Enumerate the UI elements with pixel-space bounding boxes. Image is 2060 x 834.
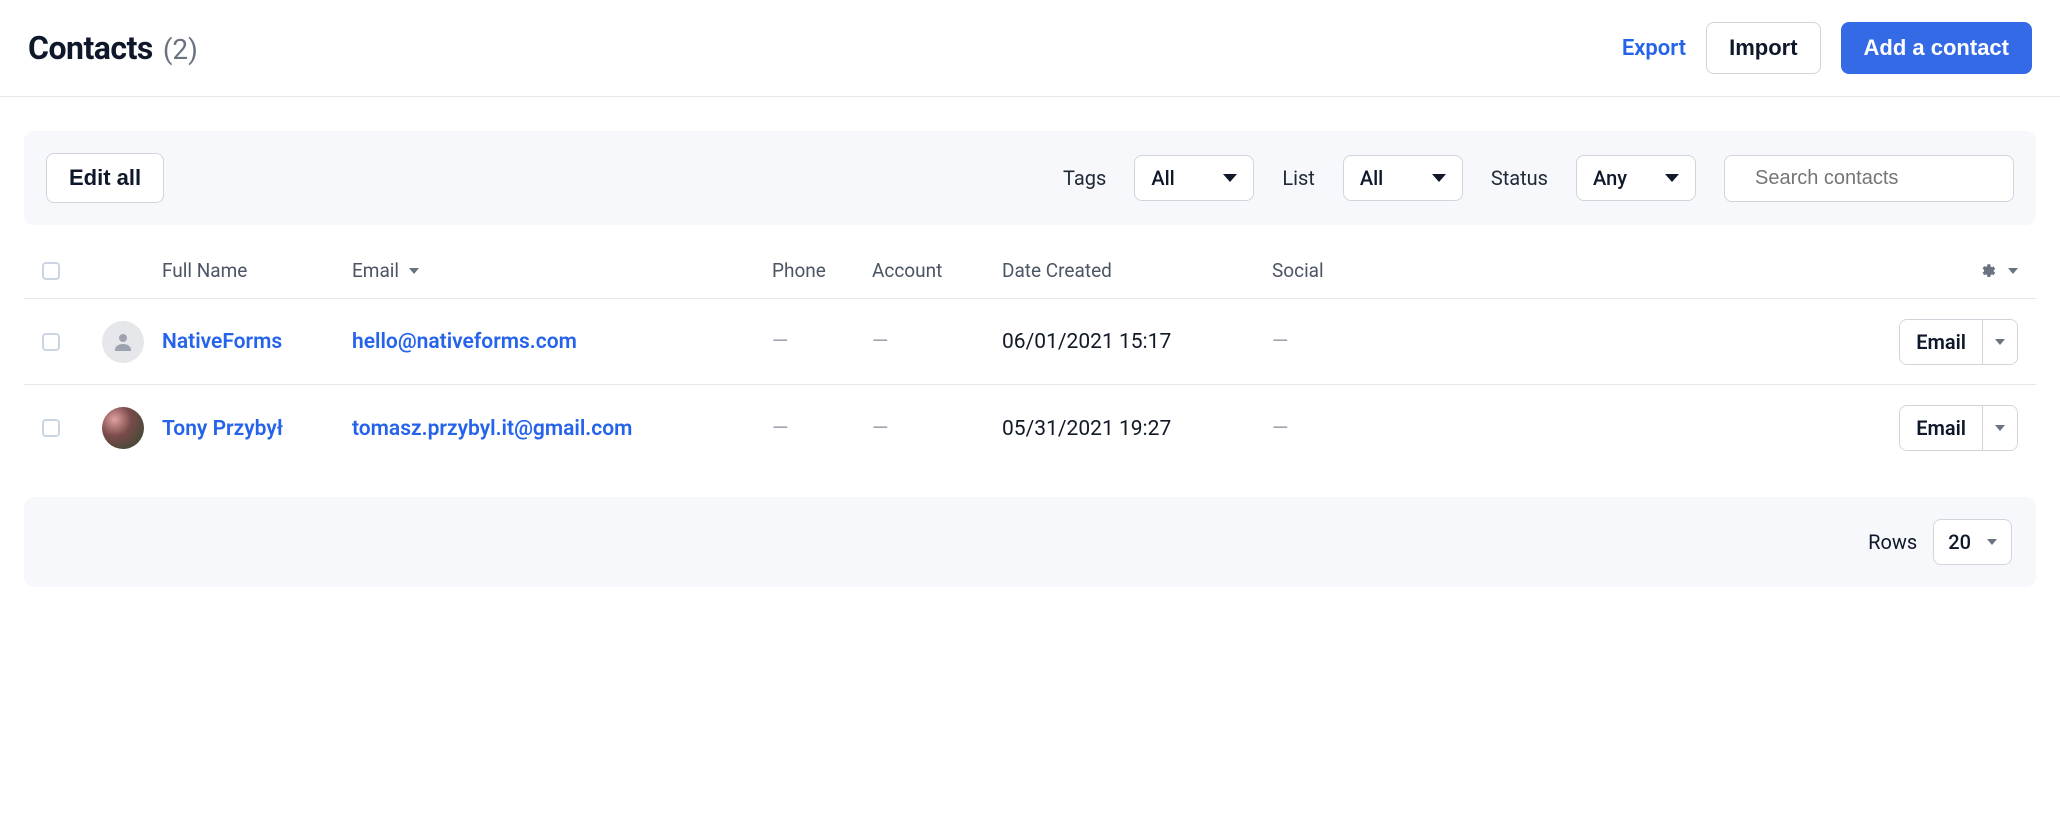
date-created-value: 05/31/2021 19:27 bbox=[1002, 417, 1171, 441]
col-email-label: Email bbox=[352, 259, 399, 282]
col-full-name[interactable]: Full Name bbox=[162, 259, 352, 282]
col-account[interactable]: Account bbox=[872, 259, 1002, 282]
phone-value: — bbox=[772, 330, 788, 354]
col-settings[interactable] bbox=[1392, 262, 2018, 280]
rows-per-page-value: 20 bbox=[1948, 530, 1971, 554]
table-row: NativeForms hello@nativeforms.com — — 06… bbox=[24, 299, 2036, 385]
col-date-created[interactable]: Date Created bbox=[1002, 259, 1272, 282]
col-social[interactable]: Social bbox=[1272, 259, 1392, 282]
page-title-wrap: Contacts (2) bbox=[28, 29, 198, 67]
row-email-dropdown[interactable] bbox=[1982, 406, 2017, 450]
filter-bar: Edit all Tags All List All Status Any bbox=[24, 131, 2036, 225]
col-phone[interactable]: Phone bbox=[772, 259, 872, 282]
row-email-dropdown[interactable] bbox=[1982, 320, 2017, 364]
row-email-split-button: Email bbox=[1899, 405, 2018, 451]
export-link[interactable]: Export bbox=[1622, 36, 1686, 61]
import-button[interactable]: Import bbox=[1706, 22, 1820, 74]
row-checkbox[interactable] bbox=[42, 419, 60, 437]
tags-filter-value: All bbox=[1151, 166, 1174, 190]
chevron-down-icon bbox=[2008, 268, 2018, 274]
contact-email-link[interactable]: tomasz.przybyl.it@gmail.com bbox=[352, 417, 632, 441]
gear-icon bbox=[1978, 262, 1996, 280]
chevron-down-icon bbox=[1995, 339, 2005, 345]
date-created-value: 06/01/2021 15:17 bbox=[1002, 330, 1171, 354]
chevron-down-icon bbox=[1987, 539, 1997, 545]
chevron-down-icon bbox=[1665, 174, 1679, 182]
social-value: — bbox=[1272, 330, 1288, 354]
table-row: Tony Przybył tomasz.przybyl.it@gmail.com… bbox=[24, 385, 2036, 471]
contact-email-link[interactable]: hello@nativeforms.com bbox=[352, 330, 577, 354]
table-header: Full Name Email Phone Account Date Creat… bbox=[24, 243, 2036, 299]
row-checkbox[interactable] bbox=[42, 333, 60, 351]
status-filter-select[interactable]: Any bbox=[1576, 155, 1696, 201]
tags-filter-label: Tags bbox=[1063, 166, 1106, 190]
rows-per-page-label: Rows bbox=[1868, 530, 1917, 554]
row-email-button[interactable]: Email bbox=[1900, 320, 1982, 364]
list-filter-value: All bbox=[1360, 166, 1383, 190]
account-value: — bbox=[872, 330, 888, 354]
chevron-down-icon bbox=[1223, 174, 1237, 182]
tags-filter-select[interactable]: All bbox=[1134, 155, 1254, 201]
phone-value: — bbox=[772, 417, 788, 441]
rows-per-page-select[interactable]: 20 bbox=[1933, 519, 2012, 565]
search-input[interactable] bbox=[1753, 166, 2022, 191]
col-email[interactable]: Email bbox=[352, 259, 772, 282]
row-email-button[interactable]: Email bbox=[1900, 406, 1982, 450]
page-title-count: (2) bbox=[163, 33, 198, 66]
chevron-down-icon bbox=[1432, 174, 1446, 182]
status-filter-value: Any bbox=[1593, 166, 1627, 190]
list-filter-select[interactable]: All bbox=[1343, 155, 1463, 201]
sort-caret-icon bbox=[409, 268, 419, 274]
page-header: Contacts (2) Export Import Add a contact bbox=[0, 0, 2060, 97]
person-icon bbox=[111, 330, 135, 354]
avatar bbox=[102, 321, 144, 363]
page-title: Contacts bbox=[28, 29, 153, 67]
status-filter-label: Status bbox=[1491, 166, 1548, 190]
search-input-wrap[interactable] bbox=[1724, 155, 2014, 202]
social-value: — bbox=[1272, 417, 1288, 441]
add-contact-button[interactable]: Add a contact bbox=[1841, 22, 2032, 74]
row-email-split-button: Email bbox=[1899, 319, 2018, 365]
contact-name-link[interactable]: Tony Przybył bbox=[162, 417, 283, 441]
select-all-checkbox[interactable] bbox=[42, 262, 60, 280]
account-value: — bbox=[872, 417, 888, 441]
edit-all-button[interactable]: Edit all bbox=[46, 153, 164, 203]
contacts-panel: Edit all Tags All List All Status Any bbox=[24, 131, 2036, 587]
header-actions: Export Import Add a contact bbox=[1622, 22, 2032, 74]
chevron-down-icon bbox=[1995, 425, 2005, 431]
list-filter-label: List bbox=[1282, 166, 1315, 190]
avatar bbox=[102, 407, 144, 449]
contact-name-link[interactable]: NativeForms bbox=[162, 330, 282, 354]
table-footer: Rows 20 bbox=[24, 497, 2036, 587]
contacts-table: Full Name Email Phone Account Date Creat… bbox=[24, 243, 2036, 471]
